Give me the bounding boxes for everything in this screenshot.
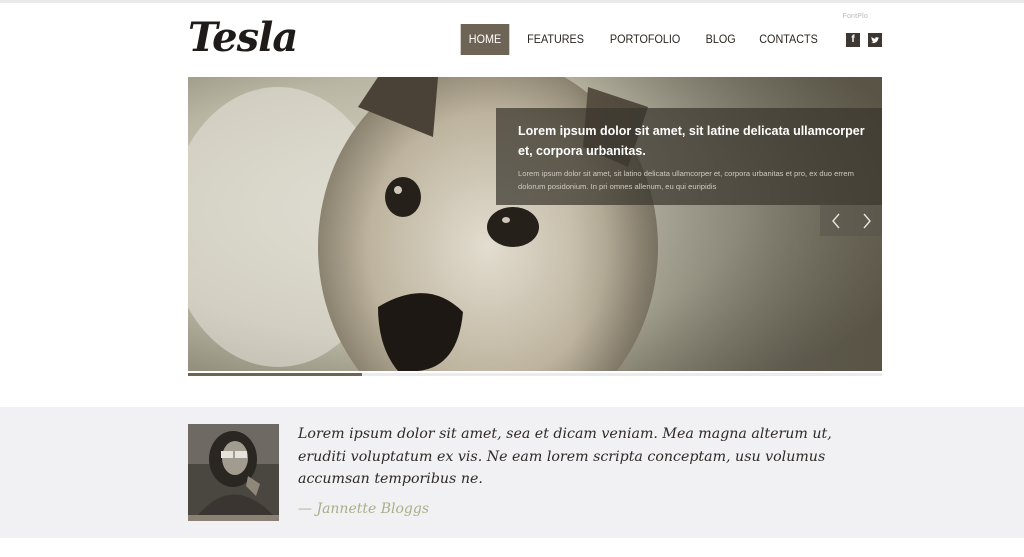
slider-progress-fill	[188, 373, 362, 376]
nav-item-blog[interactable]: BLOG	[699, 24, 742, 55]
header-badge: FontPlo	[842, 13, 868, 20]
caption-title: Lorem ipsum dolor sit amet, sit latine d…	[518, 124, 865, 158]
nav-item-home[interactable]: HOME	[460, 24, 510, 55]
social-links: f	[838, 32, 882, 47]
nav-item-portofolio[interactable]: PORTOFOLIO	[604, 24, 687, 55]
top-border	[0, 0, 1024, 3]
slider-progress-track	[188, 373, 882, 376]
site-logo[interactable]: Tesla	[188, 16, 298, 60]
avatar-accent-bar	[188, 515, 279, 521]
slider-arrows	[820, 205, 882, 236]
testimonial-avatar	[188, 424, 279, 515]
nav-item-contacts[interactable]: CONTACTS	[753, 24, 824, 55]
nav-item-features[interactable]: FEATURES	[521, 24, 590, 55]
testimonial-section: Lorem ipsum dolor sit amet, sea et dicam…	[0, 407, 1024, 538]
twitter-icon[interactable]	[868, 32, 882, 47]
chevron-right-icon[interactable]	[851, 205, 882, 236]
hero-slider[interactable]: Lorem ipsum dolor sit amet, sit latine d…	[188, 77, 882, 371]
slide-caption: Lorem ipsum dolor sit amet, sit latine d…	[496, 108, 882, 205]
testimonial-author: — Jannette Bloggs	[298, 501, 430, 517]
chevron-left-icon[interactable]	[820, 205, 851, 236]
site-header: Tesla FontPlo HOME FEATURES PORTOFOLIO B…	[188, 13, 882, 64]
main-nav: HOME FEATURES PORTOFOLIO BLOG CONTACTS f	[453, 24, 882, 55]
testimonial-quote: Lorem ipsum dolor sit amet, sea et dicam…	[298, 426, 832, 487]
caption-text: Lorem ipsum dolor sit amet, sit latino d…	[518, 169, 854, 191]
facebook-icon[interactable]: f	[846, 32, 860, 47]
